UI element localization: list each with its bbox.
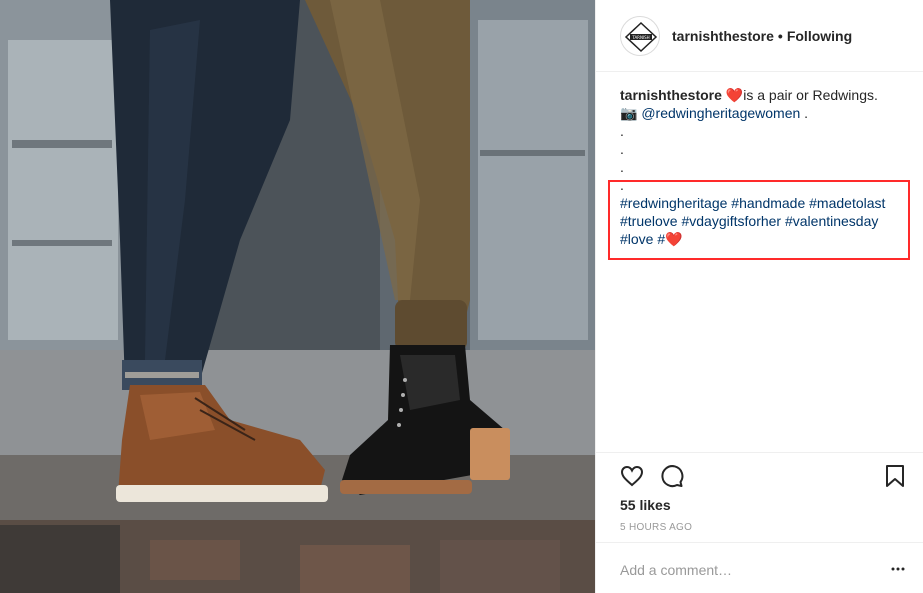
- comment-bar: [596, 542, 923, 593]
- post-header: TARNISH tarnishthestore • Following: [596, 0, 923, 72]
- following-button[interactable]: Following: [787, 28, 852, 44]
- bookmark-icon[interactable]: [884, 464, 906, 493]
- caption-username[interactable]: tarnishthestore: [620, 87, 722, 103]
- heart-outline-icon[interactable]: [620, 464, 644, 493]
- caption-line-2: 📷 @redwingheritagewomen .: [620, 104, 910, 122]
- header-text: tarnishthestore • Following: [672, 28, 852, 44]
- dot-line: .: [620, 159, 624, 175]
- speech-bubble-icon[interactable]: [660, 464, 684, 493]
- store-logo-icon: TARNISH: [624, 21, 658, 53]
- comment-input[interactable]: [620, 560, 870, 580]
- post-username[interactable]: tarnishthestore: [672, 28, 774, 44]
- camera-emoji: 📷: [620, 105, 638, 121]
- mention-suffix: .: [800, 105, 809, 121]
- avatar[interactable]: TARNISH: [620, 16, 660, 56]
- post-photo: [0, 0, 595, 593]
- post-details-panel: TARNISH tarnishthestore • Following tarnis…: [595, 0, 923, 593]
- dot-line: .: [620, 123, 624, 139]
- dot-line: .: [620, 141, 624, 157]
- post-timestamp[interactable]: 5 HOURS AGO: [620, 522, 692, 533]
- ellipsis-icon[interactable]: [890, 561, 906, 577]
- boots-photo: [0, 0, 595, 593]
- action-bar: [596, 452, 923, 453]
- caption-line-1: tarnishthestore ❤️is a pair or Redwings.: [620, 86, 910, 104]
- caption-text: is a pair or Redwings.: [743, 87, 878, 103]
- mention-link[interactable]: @redwingheritagewomen: [641, 105, 800, 121]
- likes-count[interactable]: 55 likes: [620, 497, 671, 513]
- logo-text: TARNISH: [631, 35, 649, 40]
- separator: •: [777, 28, 783, 44]
- hashtag-highlight-box: [608, 180, 910, 260]
- heart-emoji: ❤️: [725, 87, 744, 103]
